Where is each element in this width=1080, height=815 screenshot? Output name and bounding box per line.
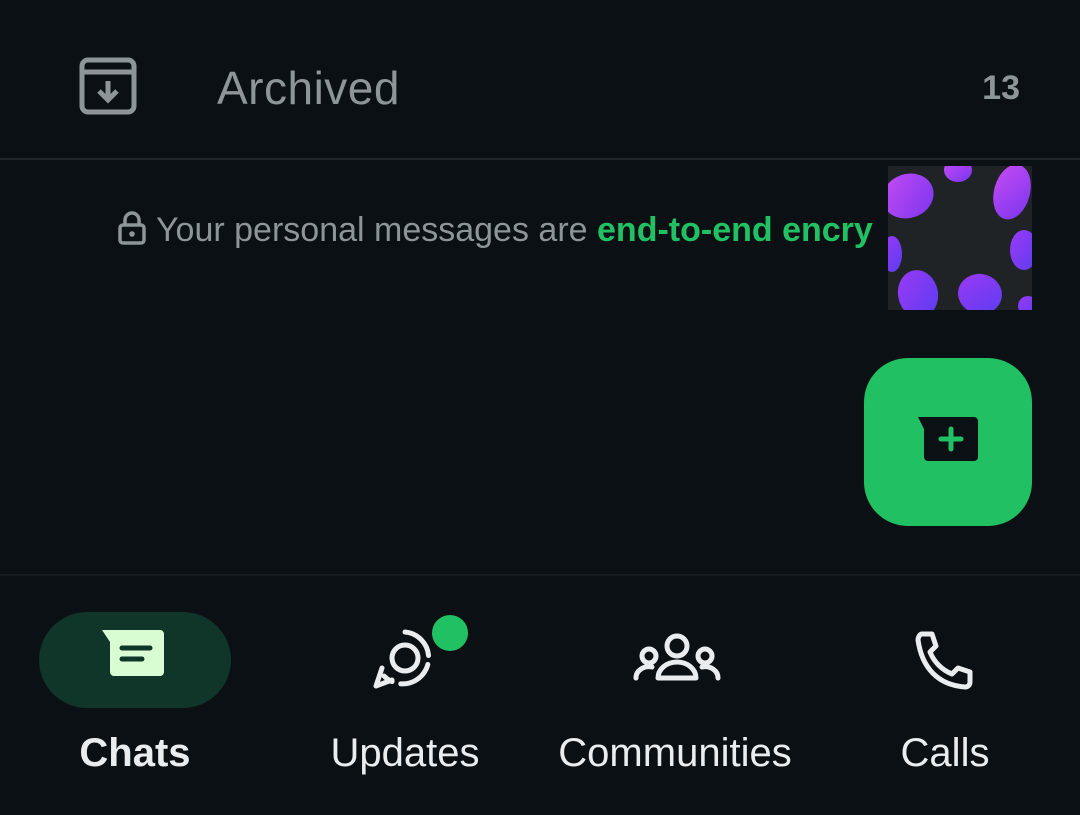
archived-row[interactable]: Archived 13 — [0, 0, 1080, 158]
new-chat-button[interactable] — [864, 358, 1032, 526]
encryption-notice[interactable]: Your personal messages are end-to-end en… — [118, 206, 908, 254]
archive-icon — [79, 57, 137, 115]
communities-icon — [632, 628, 722, 692]
archived-count: 13 — [982, 69, 1020, 107]
overlay-thumbnail — [888, 166, 1032, 310]
lock-icon — [118, 210, 146, 245]
encryption-text: Your personal messages are — [156, 211, 598, 249]
nav-label-communities: Communities — [558, 731, 792, 775]
bottom-nav: Chats Updates Communities Calls — [0, 576, 1080, 815]
nav-label-chats: Chats — [79, 731, 191, 775]
new-chat-icon — [916, 415, 980, 470]
archived-label: Archived — [217, 62, 400, 114]
encryption-link[interactable]: end-to-end encry — [597, 211, 873, 249]
nav-item-calls[interactable]: Calls — [810, 576, 1080, 815]
updates-badge-dot — [432, 615, 468, 651]
nav-label-updates: Updates — [330, 731, 480, 775]
chats-icon — [90, 628, 180, 692]
nav-item-communities[interactable]: Communities — [540, 576, 810, 815]
nav-item-updates[interactable]: Updates — [270, 576, 540, 815]
divider — [0, 158, 1080, 160]
nav-item-chats[interactable]: Chats — [0, 576, 270, 815]
chats-screen: Archived 13 Your personal messages are e… — [0, 0, 1080, 815]
nav-label-calls: Calls — [900, 731, 990, 775]
phone-icon — [900, 628, 990, 692]
